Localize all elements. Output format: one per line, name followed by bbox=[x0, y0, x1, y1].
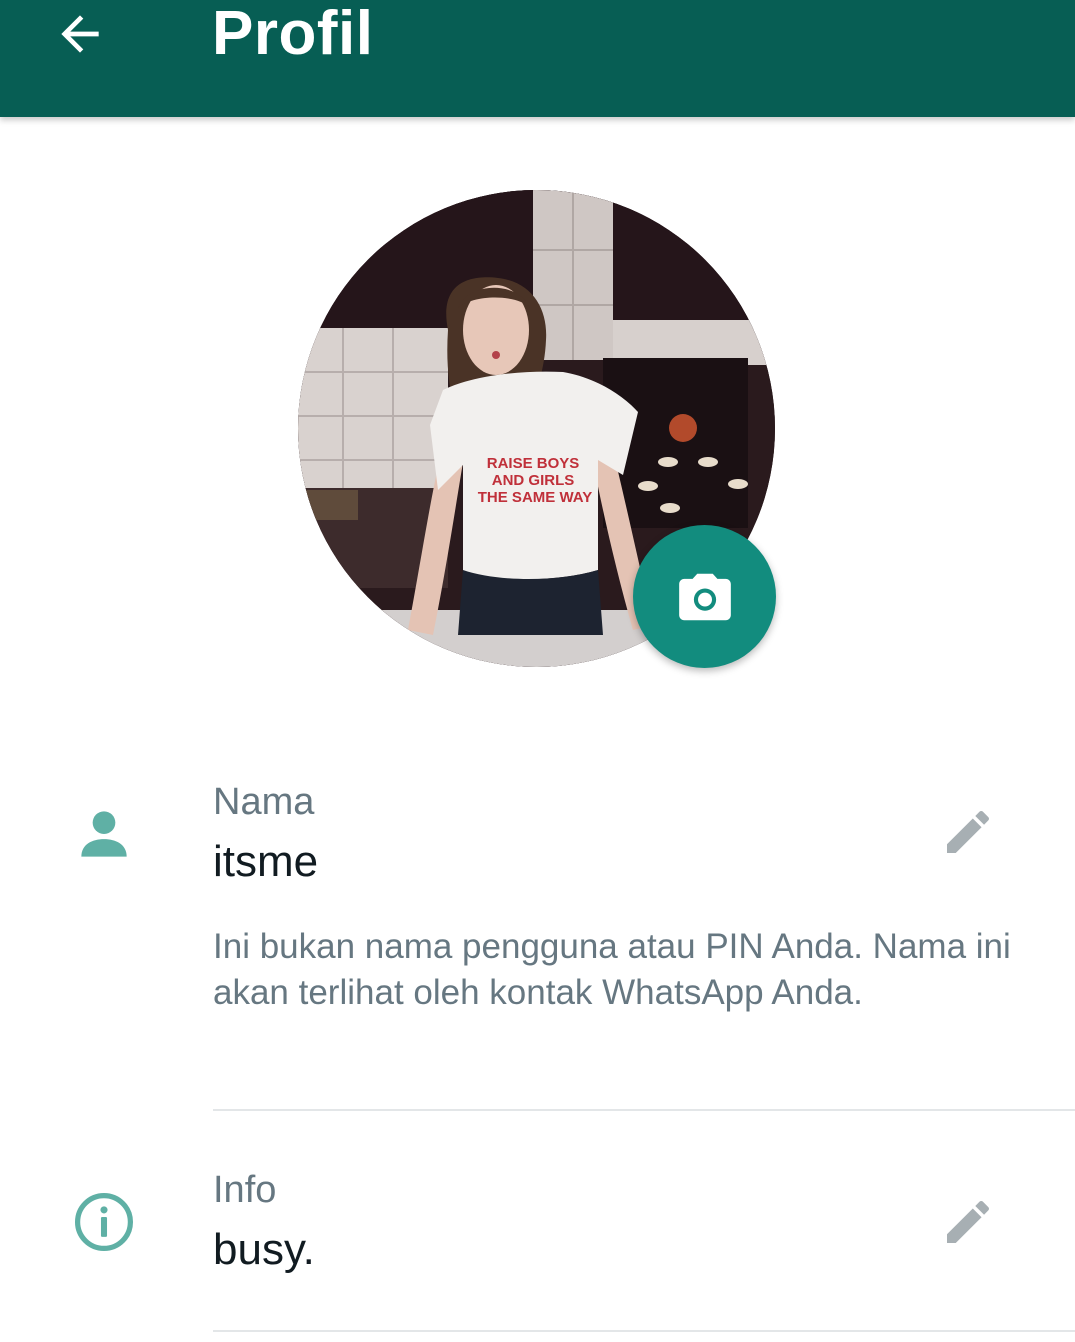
pencil-icon bbox=[947, 810, 990, 853]
info-label: Info bbox=[213, 1169, 277, 1211]
person-icon bbox=[81, 811, 127, 857]
name-label: Nama bbox=[213, 781, 315, 823]
app-bar: Profil bbox=[0, 0, 1075, 117]
page-title: Profil bbox=[212, 0, 374, 68]
camera-icon bbox=[678, 573, 731, 620]
divider-1 bbox=[213, 1109, 1075, 1111]
profile-screen: Profil RAISE BOYS AND GIRLS THE SAME WAY… bbox=[0, 0, 1075, 1342]
edit-info-button[interactable] bbox=[936, 1190, 1000, 1254]
arrow-back-icon bbox=[61, 15, 99, 53]
info-icon bbox=[74, 1192, 134, 1252]
edit-name-button[interactable] bbox=[936, 800, 1000, 864]
name-row-icon-wrap bbox=[70, 800, 138, 868]
pencil-icon bbox=[947, 1200, 990, 1243]
info-value[interactable]: busy. bbox=[213, 1224, 315, 1276]
shirt-text-line-3: THE SAME WAY bbox=[478, 489, 592, 506]
name-value[interactable]: itsme bbox=[213, 836, 318, 888]
change-photo-button[interactable] bbox=[633, 525, 776, 668]
back-button[interactable] bbox=[46, 4, 114, 64]
shirt-text-line-1: RAISE BOYS bbox=[487, 455, 580, 472]
shirt-text-line-2: AND GIRLS bbox=[492, 472, 575, 489]
name-helper-text: Ini bukan nama pengguna atau PIN Anda. N… bbox=[213, 927, 1011, 1012]
info-row-icon-wrap bbox=[70, 1188, 138, 1256]
divider-2 bbox=[213, 1330, 1075, 1332]
